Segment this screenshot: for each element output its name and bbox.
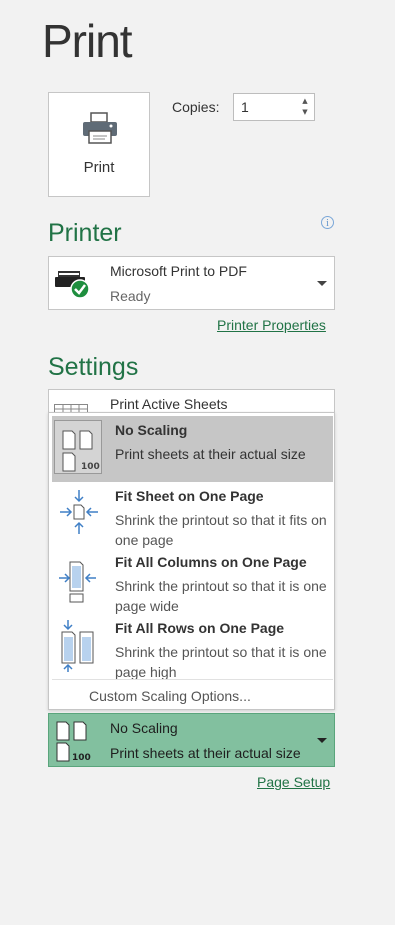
option-description: Shrink the printout so that it is one pa… — [115, 644, 327, 680]
chevron-down-icon — [317, 738, 327, 743]
fit-columns-icon — [54, 552, 102, 606]
scaling-option-no-scaling[interactable]: 100 No Scaling Print sheets at their act… — [52, 416, 333, 482]
copies-label: Copies: — [172, 99, 220, 115]
scale-badge: 100 — [72, 753, 91, 763]
scaling-description: Print sheets at their actual size — [110, 745, 301, 761]
increment-icon[interactable]: ▲ — [300, 96, 310, 107]
option-title: Fit Sheet on One Page — [115, 488, 264, 504]
printer-properties-link[interactable]: Printer Properties — [217, 317, 326, 333]
copies-input[interactable]: 1 ▲ ▼ — [233, 93, 315, 121]
print-button[interactable]: Print — [48, 92, 150, 197]
option-description: Print sheets at their actual size — [115, 446, 306, 462]
fit-rows-icon — [54, 618, 102, 672]
printer-ready-icon — [53, 267, 93, 305]
no-scaling-icon: 100 — [54, 420, 102, 474]
scaling-select[interactable]: 100 No Scaling Print sheets at their act… — [48, 713, 335, 767]
copies-stepper[interactable]: ▲ ▼ — [300, 96, 310, 118]
option-description: Shrink the printout so that it is one pa… — [115, 578, 327, 614]
fit-sheet-icon — [54, 486, 102, 540]
scaling-value: No Scaling — [110, 720, 178, 736]
scaling-dropdown-menu: 100 No Scaling Print sheets at their act… — [48, 412, 335, 710]
print-button-label: Print — [83, 159, 115, 176]
settings-heading: Settings — [48, 353, 139, 381]
printer-status: Ready — [110, 288, 151, 304]
printer-heading: Printer — [48, 219, 122, 247]
custom-scaling-options[interactable]: Custom Scaling Options... — [89, 688, 251, 704]
page-title: Print — [42, 15, 133, 67]
option-title: No Scaling — [115, 422, 188, 438]
printer-select[interactable]: Microsoft Print to PDF Ready — [48, 256, 335, 310]
printer-icon — [81, 111, 119, 149]
page-setup-link[interactable]: Page Setup — [257, 774, 330, 790]
option-title: Fit All Columns on One Page — [115, 554, 307, 570]
copies-value: 1 — [241, 99, 249, 115]
no-scaling-icon: 100 — [51, 716, 99, 770]
decrement-icon[interactable]: ▼ — [300, 107, 310, 118]
chevron-down-icon — [317, 281, 327, 286]
info-icon[interactable]: i — [321, 216, 334, 229]
scaling-option-fit-rows[interactable]: Fit All Rows on One Page Shrink the prin… — [52, 614, 333, 680]
printer-name: Microsoft Print to PDF — [110, 263, 247, 279]
menu-divider — [52, 679, 333, 680]
scaling-option-fit-columns[interactable]: Fit All Columns on One Page Shrink the p… — [52, 548, 333, 614]
scale-badge: 100 — [81, 462, 100, 472]
scaling-option-fit-sheet[interactable]: Fit Sheet on One Page Shrink the printou… — [52, 482, 333, 548]
print-what-value: Print Active Sheets — [110, 396, 228, 412]
option-title: Fit All Rows on One Page — [115, 620, 285, 636]
option-description: Shrink the printout so that it fits on o… — [115, 512, 327, 548]
